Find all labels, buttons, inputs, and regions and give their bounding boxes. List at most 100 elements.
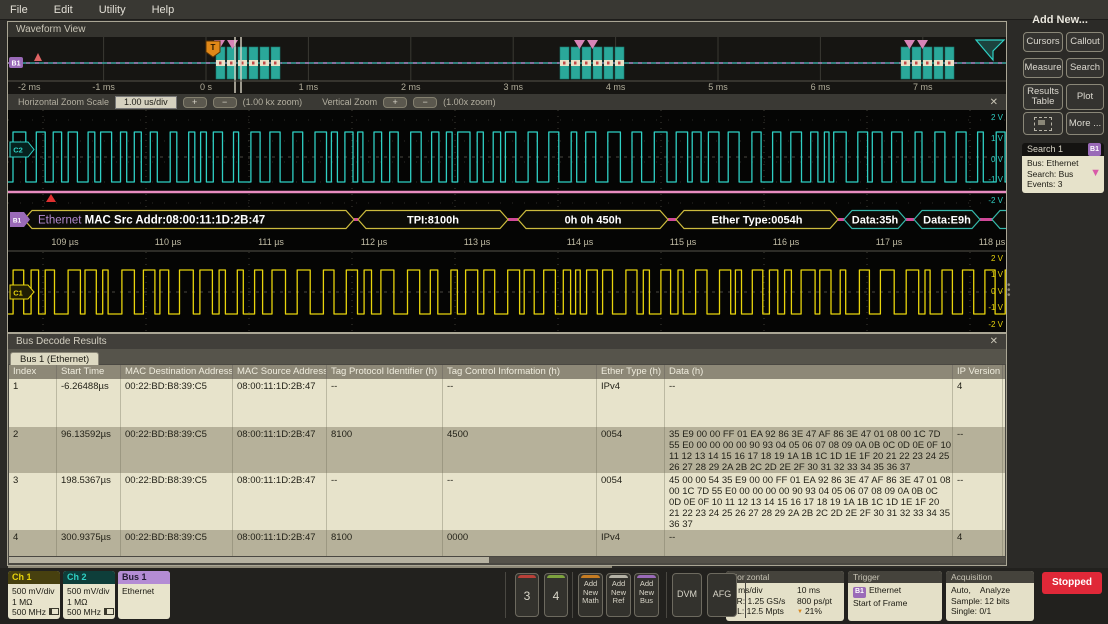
results-table[interactable]: IndexStart TimeMAC Destination AddressMA… (9, 365, 1005, 556)
add-new-bus-button[interactable]: Add New Bus (634, 573, 659, 617)
channel-3-button[interactable]: 3 (515, 573, 539, 617)
zoom-view-close-icon[interactable]: ✕ (990, 97, 998, 108)
column-header-data-h-[interactable]: Data (h) (665, 365, 953, 379)
channel-button-label: 4 (545, 589, 567, 603)
add-new-plot-button[interactable]: Plot (1066, 84, 1104, 110)
menu-utility[interactable]: Utility (99, 4, 126, 16)
table-row[interactable]: 3198.5367µs00:22:BD:B8:39:C508:00:11:1D:… (9, 473, 1005, 530)
column-header-ether-type-h-[interactable]: Ether Type (h) (597, 365, 665, 379)
mask-button[interactable] (1023, 112, 1063, 135)
table-row[interactable]: 1-6.26488µs00:22:BD:B8:39:C508:00:11:1D:… (9, 379, 1005, 427)
more-button[interactable]: More ... (1066, 112, 1104, 135)
add-button-label: Add New Bus (635, 580, 658, 606)
column-header-mac-destination-address[interactable]: MAC Destination Address (121, 365, 233, 379)
column-header-tag-protocol-identifier-h-[interactable]: Tag Protocol Identifier (h) (327, 365, 443, 379)
waveform-view-title: Waveform View (8, 22, 1006, 37)
svg-text:110 µs: 110 µs (155, 237, 182, 247)
horizontal-value: RL: 12.5 Mpts (731, 606, 797, 618)
acquisition-settings-badge[interactable]: Acquisition Auto, AnalyzeSample: 12 bits… (946, 571, 1034, 621)
table-row[interactable]: 296.13592µs00:22:BD:B8:39:C508:00:11:1D:… (9, 427, 1005, 473)
dvm-button[interactable]: DVM (672, 573, 702, 617)
menu-file[interactable]: File (10, 4, 28, 16)
channel-color-stripe (547, 575, 565, 578)
channel-badge-header: Bus 1 (118, 571, 170, 584)
results-panel-title-text: Bus Decode Results (16, 336, 107, 347)
horizontal-settings-badge[interactable]: Horizontal 1 ms/div10 msSR: 1.25 GS/s800… (726, 571, 844, 621)
add-new-callout-button[interactable]: Callout (1066, 32, 1104, 52)
column-header-index[interactable]: Index (9, 365, 57, 379)
overview-plot[interactable]: TB1-2 ms-1 ms0 s1 ms2 ms3 ms4 ms5 ms6 ms… (8, 37, 1006, 94)
channel-badge-body: 500 mV/div1 MΩ500 MHz (63, 584, 115, 618)
divider (666, 572, 667, 618)
add-new-ref-button[interactable]: Add New Ref (606, 573, 631, 617)
cell: 08:00:11:1D:2B:47 (233, 427, 327, 473)
horizontal-value: SR: 1.25 GS/s (731, 596, 797, 607)
add-button-stripe (637, 575, 656, 578)
cell: -- (665, 379, 953, 427)
menu-help[interactable]: Help (152, 4, 175, 16)
h-zoom-minus-button[interactable]: − (213, 97, 237, 108)
channel-color-stripe (518, 575, 536, 578)
add-new-results-table-button[interactable]: Results Table (1023, 84, 1063, 110)
cell: -- (665, 530, 953, 556)
cell: IPv4 (597, 530, 665, 556)
svg-text:TPI:8100h: TPI:8100h (407, 215, 459, 227)
svg-text:Ether Type:0054h: Ether Type:0054h (712, 215, 803, 227)
waveform-view-panel: Waveform View TB1-2 ms-1 ms0 s1 ms2 ms3 … (7, 21, 1007, 333)
panel-splitter-handle[interactable]: ••• (1007, 283, 1011, 298)
channel-4-button[interactable]: 4 (544, 573, 568, 617)
afg-button[interactable]: AFG (707, 573, 737, 617)
svg-text:113 µs: 113 µs (464, 237, 491, 247)
overview-strip[interactable]: TB1-2 ms-1 ms0 s1 ms2 ms3 ms4 ms5 ms6 ms… (8, 37, 1006, 94)
run-stop-button[interactable]: Stopped (1042, 572, 1102, 594)
svg-text:-2 ms: -2 ms (18, 82, 41, 92)
svg-text:-2 V: -2 V (988, 196, 1003, 205)
svg-text:2 V: 2 V (991, 254, 1004, 263)
channel-badge-bus1[interactable]: Bus 1Ethernet (118, 571, 170, 619)
add-new-cursors-button[interactable]: Cursors (1023, 32, 1063, 52)
svg-text:C1: C1 (13, 289, 23, 298)
ch1-zoom-waveform[interactable]: C12 V1 V0 V-1 V-2 V (8, 252, 1006, 332)
channel-badge-ch2[interactable]: Ch 2500 mV/div1 MΩ500 MHz (63, 571, 115, 619)
cell: 1 (9, 379, 57, 427)
cell: 08:00:11:1D:2B:47 (233, 530, 327, 556)
cell: 2 (9, 427, 57, 473)
results-hscrollbar[interactable] (9, 557, 1005, 563)
cell: 00:22:BD:B8:39:C5 (121, 473, 233, 530)
results-panel-close-icon[interactable]: ✕ (990, 334, 998, 349)
svg-text:B1: B1 (13, 218, 22, 225)
divider (505, 572, 506, 618)
horizontal-zoom-scale-input[interactable]: 1.00 us/div (115, 96, 177, 109)
svg-text:7 ms: 7 ms (913, 82, 933, 92)
h-zoom-readout: (1.00 kx zoom) (243, 97, 303, 107)
column-header-ip-version[interactable]: IP Version (953, 365, 1003, 379)
v-zoom-plus-button[interactable]: + (383, 97, 407, 108)
svg-text:2 V: 2 V (991, 113, 1004, 122)
trigger-event: Start of Frame (853, 598, 942, 609)
channel-setting: 500 mV/div (12, 586, 60, 597)
column-header-tag-control-information-h-[interactable]: Tag Control Information (h) (443, 365, 597, 379)
cell: 45 00 00 54 35 E9 00 00 FF 01 EA 92 86 3… (665, 473, 953, 530)
column-header-mac-source-address[interactable]: MAC Source Address (233, 365, 327, 379)
h-zoom-plus-button[interactable]: + (183, 97, 207, 108)
add-new-measure-button[interactable]: Measure (1023, 58, 1063, 78)
column-header-start-time[interactable]: Start Time (57, 365, 121, 379)
channel-badge-ch1[interactable]: Ch 1500 mV/div1 MΩ500 MHz (8, 571, 60, 619)
v-zoom-minus-button[interactable]: − (413, 97, 437, 108)
menu-edit[interactable]: Edit (54, 4, 73, 16)
trigger-source: Ethernet (869, 585, 901, 595)
add-new-math-button[interactable]: Add New Math (578, 573, 603, 617)
svg-text:3 ms: 3 ms (503, 82, 523, 92)
table-row[interactable]: 4300.9375µs00:22:BD:B8:39:C508:00:11:1D:… (9, 530, 1005, 556)
svg-text:111 µs: 111 µs (258, 237, 284, 247)
svg-text:0 V: 0 V (991, 155, 1004, 164)
results-hscrollbar-thumb[interactable] (9, 557, 489, 563)
cell: 300.9375µs (57, 530, 121, 556)
add-new-search-button[interactable]: Search (1066, 58, 1104, 78)
bus1-decode-track[interactable]: Ethernet MAC Src Addr:08:00:11:1D:2B:47T… (8, 207, 1006, 232)
svg-text:2 ms: 2 ms (401, 82, 421, 92)
search1-badge[interactable]: Search 1 B1 ▼ Bus: EthernetSearch: BusEv… (1022, 143, 1104, 193)
trigger-settings-badge[interactable]: Trigger B1Ethernet Start of Frame (848, 571, 942, 621)
svg-text:-1 ms: -1 ms (92, 82, 115, 92)
ch2-zoom-waveform[interactable]: C22 V1 V0 V-1 V-2 V (8, 110, 1006, 207)
